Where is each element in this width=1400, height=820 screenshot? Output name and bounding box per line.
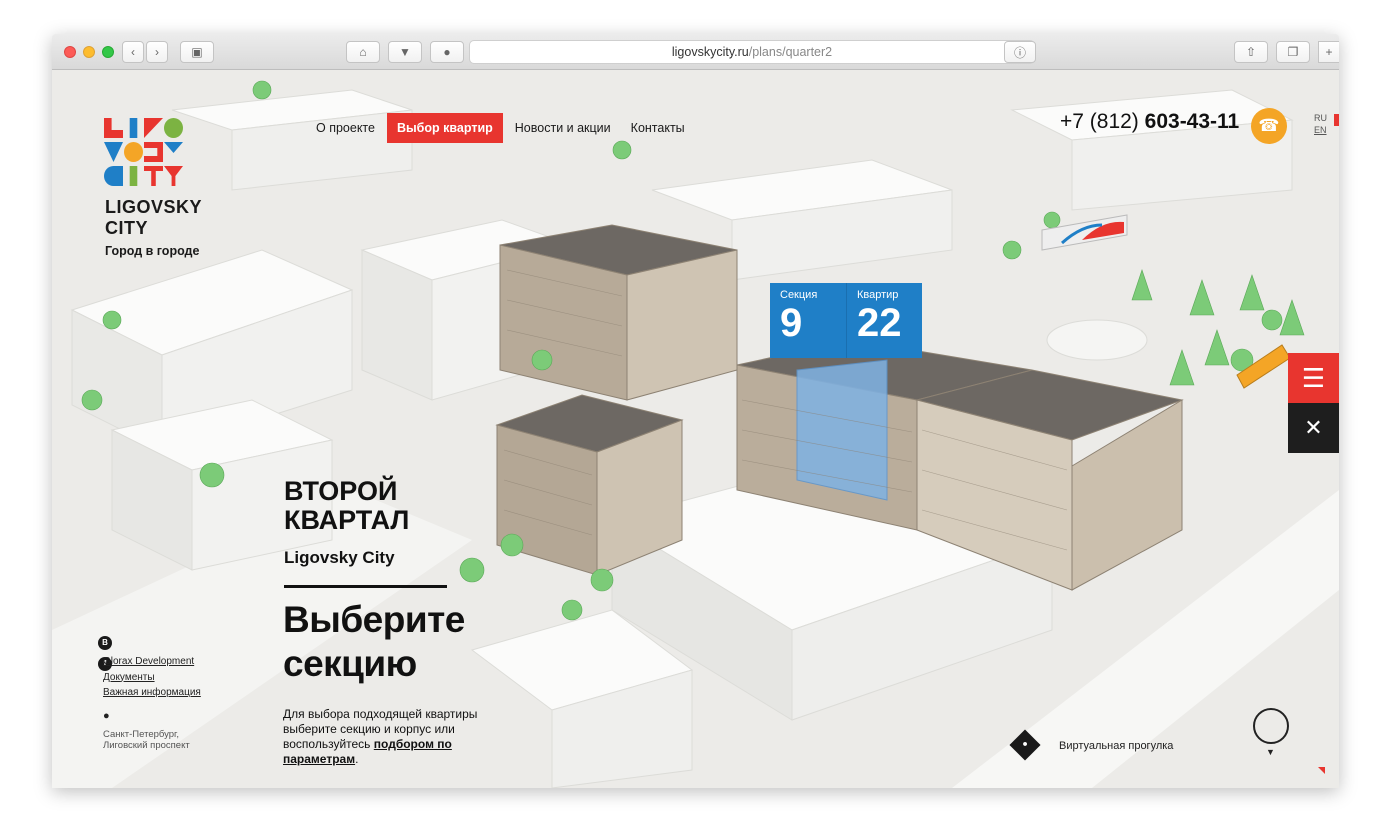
lang-ru[interactable]: RU: [1314, 112, 1327, 124]
page-subtitle: Ligovsky City: [284, 548, 395, 567]
phone-number[interactable]: +7 (812) 603-43-11: [1060, 110, 1239, 134]
nav-item-apartments[interactable]: Выбор квартир: [386, 113, 503, 143]
address-line2: Лиговский проспект: [103, 740, 190, 751]
link-glorax[interactable]: Glorax Development: [103, 654, 201, 670]
forward-icon[interactable]: ›: [146, 41, 168, 63]
sidebar-icon[interactable]: ▣: [180, 41, 214, 63]
tabs-icon[interactable]: ❐: [1276, 41, 1310, 63]
url-domain: ligovskycity.ru: [671, 45, 749, 59]
page-content: LIGOVSKY CITY Город в городе О проекте В…: [52, 70, 1339, 788]
logo[interactable]: [104, 118, 184, 188]
chevron-down-icon[interactable]: ▼: [1266, 747, 1275, 757]
section-value: 9: [780, 301, 803, 345]
description: Для выбора подходящей квартиры выберите …: [283, 707, 523, 767]
page-title: ВТОРОЙ КВАРТАЛ: [284, 477, 409, 535]
share-icon[interactable]: ⇧: [1234, 41, 1268, 63]
quarter-badge[interactable]: Квартир 22: [846, 283, 922, 358]
address-bar[interactable]: ligovskycity.ru/plans/quarter2 ↻: [469, 40, 1035, 64]
nav-item-about[interactable]: О проекте: [308, 115, 383, 141]
headline: Выберите секцию: [283, 598, 465, 686]
zoom-window-button[interactable]: [102, 46, 114, 58]
virtual-tour-link[interactable]: Виртуальная прогулка: [1059, 740, 1173, 752]
new-tab-button[interactable]: +: [1318, 41, 1339, 63]
close-icon[interactable]: ✕: [1288, 403, 1339, 453]
browser-window: ‹ › ▣ ⌂ ▼ ● ligovskycity.ru/plans/quarte…: [52, 34, 1339, 788]
brand-line1: LIGOVSKY: [105, 197, 203, 217]
phone-prefix: +7 (812): [1060, 110, 1139, 133]
main-nav: О проекте Выбор квартир Новости и акции …: [308, 113, 697, 143]
address: Санкт-Петербург, Лиговский проспект: [103, 729, 190, 751]
section-label: Секция: [780, 289, 818, 301]
title-line1: ВТОРОЙ: [284, 476, 398, 506]
quarter-value: 22: [857, 301, 902, 345]
brand-name: LIGOVSKY CITY Город в городе: [105, 197, 202, 262]
minimize-window-button[interactable]: [83, 46, 95, 58]
info-icon[interactable]: ⓘ: [1004, 41, 1036, 63]
vk-icon[interactable]: В: [98, 636, 112, 650]
browser-toolbar: ‹ › ▣ ⌂ ▼ ● ligovskycity.ru/plans/quarte…: [52, 34, 1339, 70]
pin-tab-icon[interactable]: ●: [430, 41, 464, 63]
brand-tagline: Город в городе: [105, 244, 200, 258]
lang-flag-icon: [1334, 114, 1339, 126]
url-path: /plans/quarter2: [748, 45, 833, 59]
title-line2: КВАРТАЛ: [284, 505, 410, 535]
nav-item-contacts[interactable]: Контакты: [623, 115, 693, 141]
nav-item-news[interactable]: Новости и акции: [507, 115, 619, 141]
address-line1: Санкт-Петербург,: [103, 729, 179, 740]
headline-line2: секцию: [283, 643, 417, 684]
pocket-icon[interactable]: ▼: [388, 41, 422, 63]
brand-line2: CITY: [105, 218, 149, 238]
home-icon[interactable]: ⌂: [346, 41, 380, 63]
logo-mark-icon: [104, 118, 184, 188]
description-end: .: [355, 752, 359, 766]
divider: [284, 585, 447, 588]
footer-links: Glorax Development Документы Важная инфо…: [103, 654, 201, 701]
menu-icon[interactable]: ☰: [1288, 353, 1339, 403]
headline-line1: Выберите: [283, 599, 465, 640]
phone-main: 603-43-11: [1144, 110, 1240, 133]
corner-marker-icon: [1318, 767, 1325, 774]
link-important-info[interactable]: Важная информация: [103, 685, 201, 701]
back-icon[interactable]: ‹: [122, 41, 144, 63]
close-window-button[interactable]: [64, 46, 76, 58]
scroll-icon[interactable]: [1253, 708, 1289, 744]
phone-icon[interactable]: ☎: [1251, 108, 1287, 144]
section-badge[interactable]: Секция 9: [770, 283, 846, 358]
map-pin-icon: ●: [103, 710, 110, 722]
link-documents[interactable]: Документы: [103, 670, 201, 686]
language-switcher: RU EN: [1314, 112, 1327, 136]
lang-en[interactable]: EN: [1314, 124, 1327, 136]
plus-icon: +: [1325, 45, 1333, 59]
quarter-label: Квартир: [857, 289, 899, 301]
city-3d-map: [52, 70, 1339, 788]
